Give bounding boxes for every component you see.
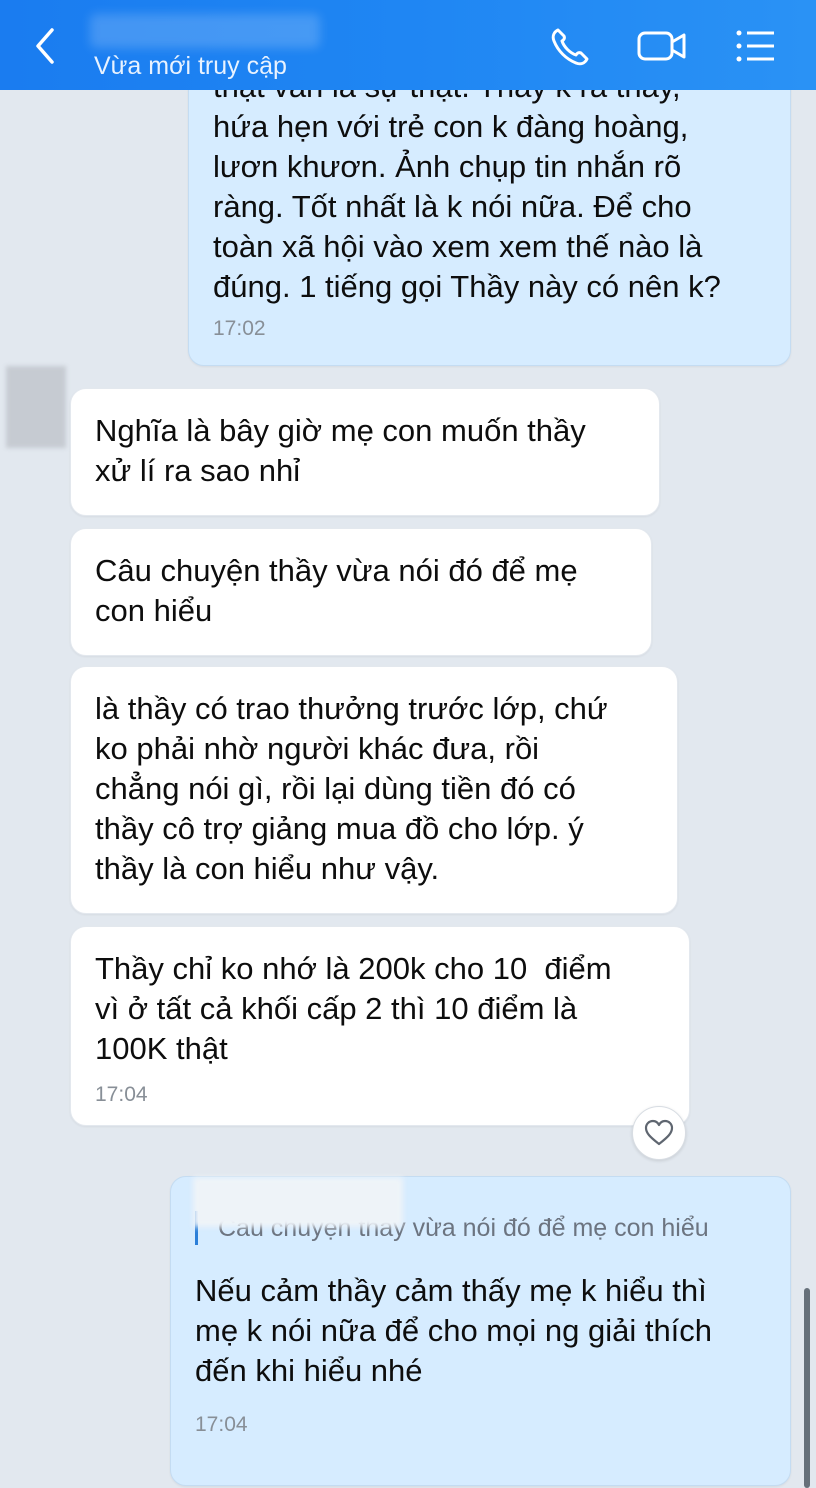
message-bubble-incoming[interactable]: Câu chuyện thầy vừa nói đó để mẹ con hiể… bbox=[70, 528, 652, 656]
avatar[interactable] bbox=[6, 366, 66, 448]
chat-messages-area[interactable]: thật vẫn là sự thật. Thầy k ra thầy, hứa… bbox=[0, 90, 816, 1488]
online-status: Vừa mới truy cập bbox=[94, 52, 287, 80]
message-bubble-incoming[interactable]: Nghĩa là bây giờ mẹ con muốn thầy xử lí … bbox=[70, 388, 660, 516]
message-time: 17:02 bbox=[213, 317, 266, 340]
chevron-left-icon[interactable] bbox=[28, 26, 68, 66]
quoted-sender-redacted bbox=[193, 1177, 403, 1227]
heart-icon[interactable] bbox=[632, 1106, 686, 1160]
message-bubble-outgoing[interactable]: thật vẫn là sự thật. Thầy k ra thầy, hứa… bbox=[188, 90, 791, 366]
message-text-cropped-line: thật vẫn là sự thật. Thầy k ra thầy, bbox=[213, 90, 766, 107]
list-menu-icon[interactable] bbox=[730, 24, 778, 68]
chat-header: Vừa mới truy cập bbox=[0, 0, 816, 90]
message-time: 17:04 bbox=[195, 1413, 248, 1436]
phone-icon[interactable] bbox=[548, 24, 596, 68]
message-text: Nếu cảm thầy cảm thấy mẹ k hiểu thì mẹ k… bbox=[195, 1273, 713, 1388]
video-camera-icon[interactable] bbox=[636, 24, 686, 68]
message-bubble-incoming[interactable]: Thầy chỉ ko nhớ là 200k cho 10 điểm vì ở… bbox=[70, 926, 690, 1126]
message-text: hứa hẹn với trẻ con k đàng hoàng, lươn k… bbox=[213, 109, 721, 304]
message-time: 17:04 bbox=[95, 1083, 148, 1106]
scrollbar[interactable] bbox=[804, 1288, 810, 1488]
message-text: Câu chuyện thầy vừa nói đó để mẹ con hiể… bbox=[95, 553, 578, 628]
message-bubble-outgoing-reply[interactable]: Câu chuyện thầy vừa nói đó để mẹ con hiể… bbox=[170, 1176, 791, 1486]
message-bubble-incoming[interactable]: là thầy có trao thưởng trước lớp, chứ ko… bbox=[70, 666, 678, 914]
contact-name-redacted[interactable] bbox=[90, 14, 320, 48]
message-text: Thầy chỉ ko nhớ là 200k cho 10 điểm vì ở… bbox=[95, 951, 612, 1066]
message-text: Nghĩa là bây giờ mẹ con muốn thầy xử lí … bbox=[95, 413, 586, 488]
message-text: là thầy có trao thưởng trước lớp, chứ ko… bbox=[95, 691, 608, 886]
